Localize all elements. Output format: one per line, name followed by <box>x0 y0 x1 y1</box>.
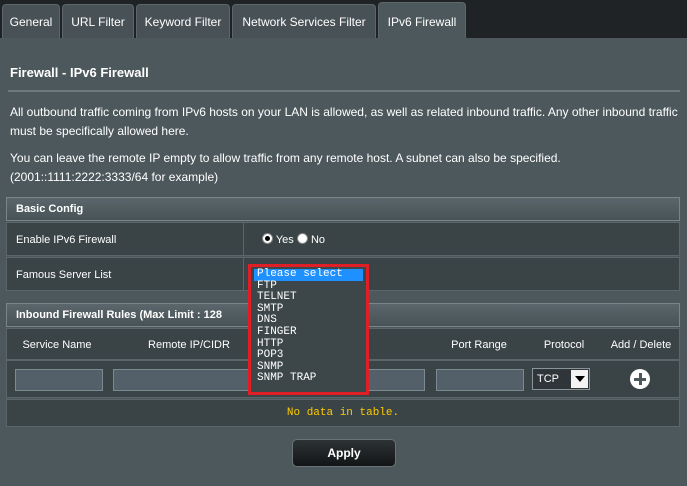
dropdown-option-snmp-trap[interactable]: SNMP TRAP <box>254 373 363 385</box>
col-remote-ip: Remote IP/CIDR <box>148 339 230 351</box>
dropdown-option-pop3[interactable]: POP3 <box>254 350 363 362</box>
col-port-range: Port Range <box>451 339 507 351</box>
protocol-select[interactable]: TCP <box>532 368 590 390</box>
dropdown-option-please-select[interactable]: Please select <box>254 268 363 281</box>
tab-bar: General URL Filter Keyword Filter Networ… <box>0 0 687 38</box>
no-data-message: No data in table. <box>6 399 680 427</box>
page-title: Firewall - IPv6 Firewall <box>10 65 149 80</box>
main-panel: Firewall - IPv6 Firewall All outbound tr… <box>0 38 687 486</box>
protocol-value: TCP <box>537 373 559 385</box>
dropdown-options: Please select FTP TELNET SMTP DNS FINGER… <box>254 268 363 385</box>
dropdown-option-finger[interactable]: FINGER <box>254 326 363 339</box>
col-protocol: Protocol <box>543 339 585 351</box>
port-range-input[interactable] <box>436 369 524 391</box>
famous-server-label: Famous Server List <box>16 269 112 281</box>
add-icon[interactable] <box>630 369 650 389</box>
service-name-input[interactable] <box>15 369 103 391</box>
radio-yes-label: Yes <box>275 234 294 246</box>
col-service-name: Service Name <box>22 339 92 351</box>
title-divider <box>8 90 680 92</box>
description-outbound: All outbound traffic coming from IPv6 ho… <box>10 105 678 138</box>
tab-general[interactable]: General <box>2 4 60 38</box>
radio-yes[interactable] <box>262 233 273 244</box>
row-divider <box>243 223 244 255</box>
famous-server-dropdown[interactable]: Please select FTP TELNET SMTP DNS FINGER… <box>248 264 369 395</box>
description-remote-ip: You can leave the remote IP empty to all… <box>10 151 561 184</box>
enable-firewall-label: Enable IPv6 Firewall <box>16 234 117 246</box>
tab-network-services-filter[interactable]: Network Services Filter <box>232 4 376 38</box>
tab-ipv6-firewall[interactable]: IPv6 Firewall <box>378 2 466 38</box>
col-add-delete: Add / Delete <box>610 339 672 351</box>
basic-config-header: Basic Config <box>6 197 680 221</box>
tab-url-filter[interactable]: URL Filter <box>62 4 134 38</box>
enable-radio-group: Yes No <box>262 223 325 257</box>
tab-keyword-filter[interactable]: Keyword Filter <box>136 4 230 38</box>
row-divider <box>243 258 244 290</box>
radio-no-label: No <box>310 234 325 246</box>
apply-button[interactable]: Apply <box>292 439 396 467</box>
radio-no[interactable] <box>296 233 308 244</box>
enable-firewall-row: Enable IPv6 Firewall Yes No <box>6 222 680 256</box>
chevron-down-icon <box>571 370 588 388</box>
